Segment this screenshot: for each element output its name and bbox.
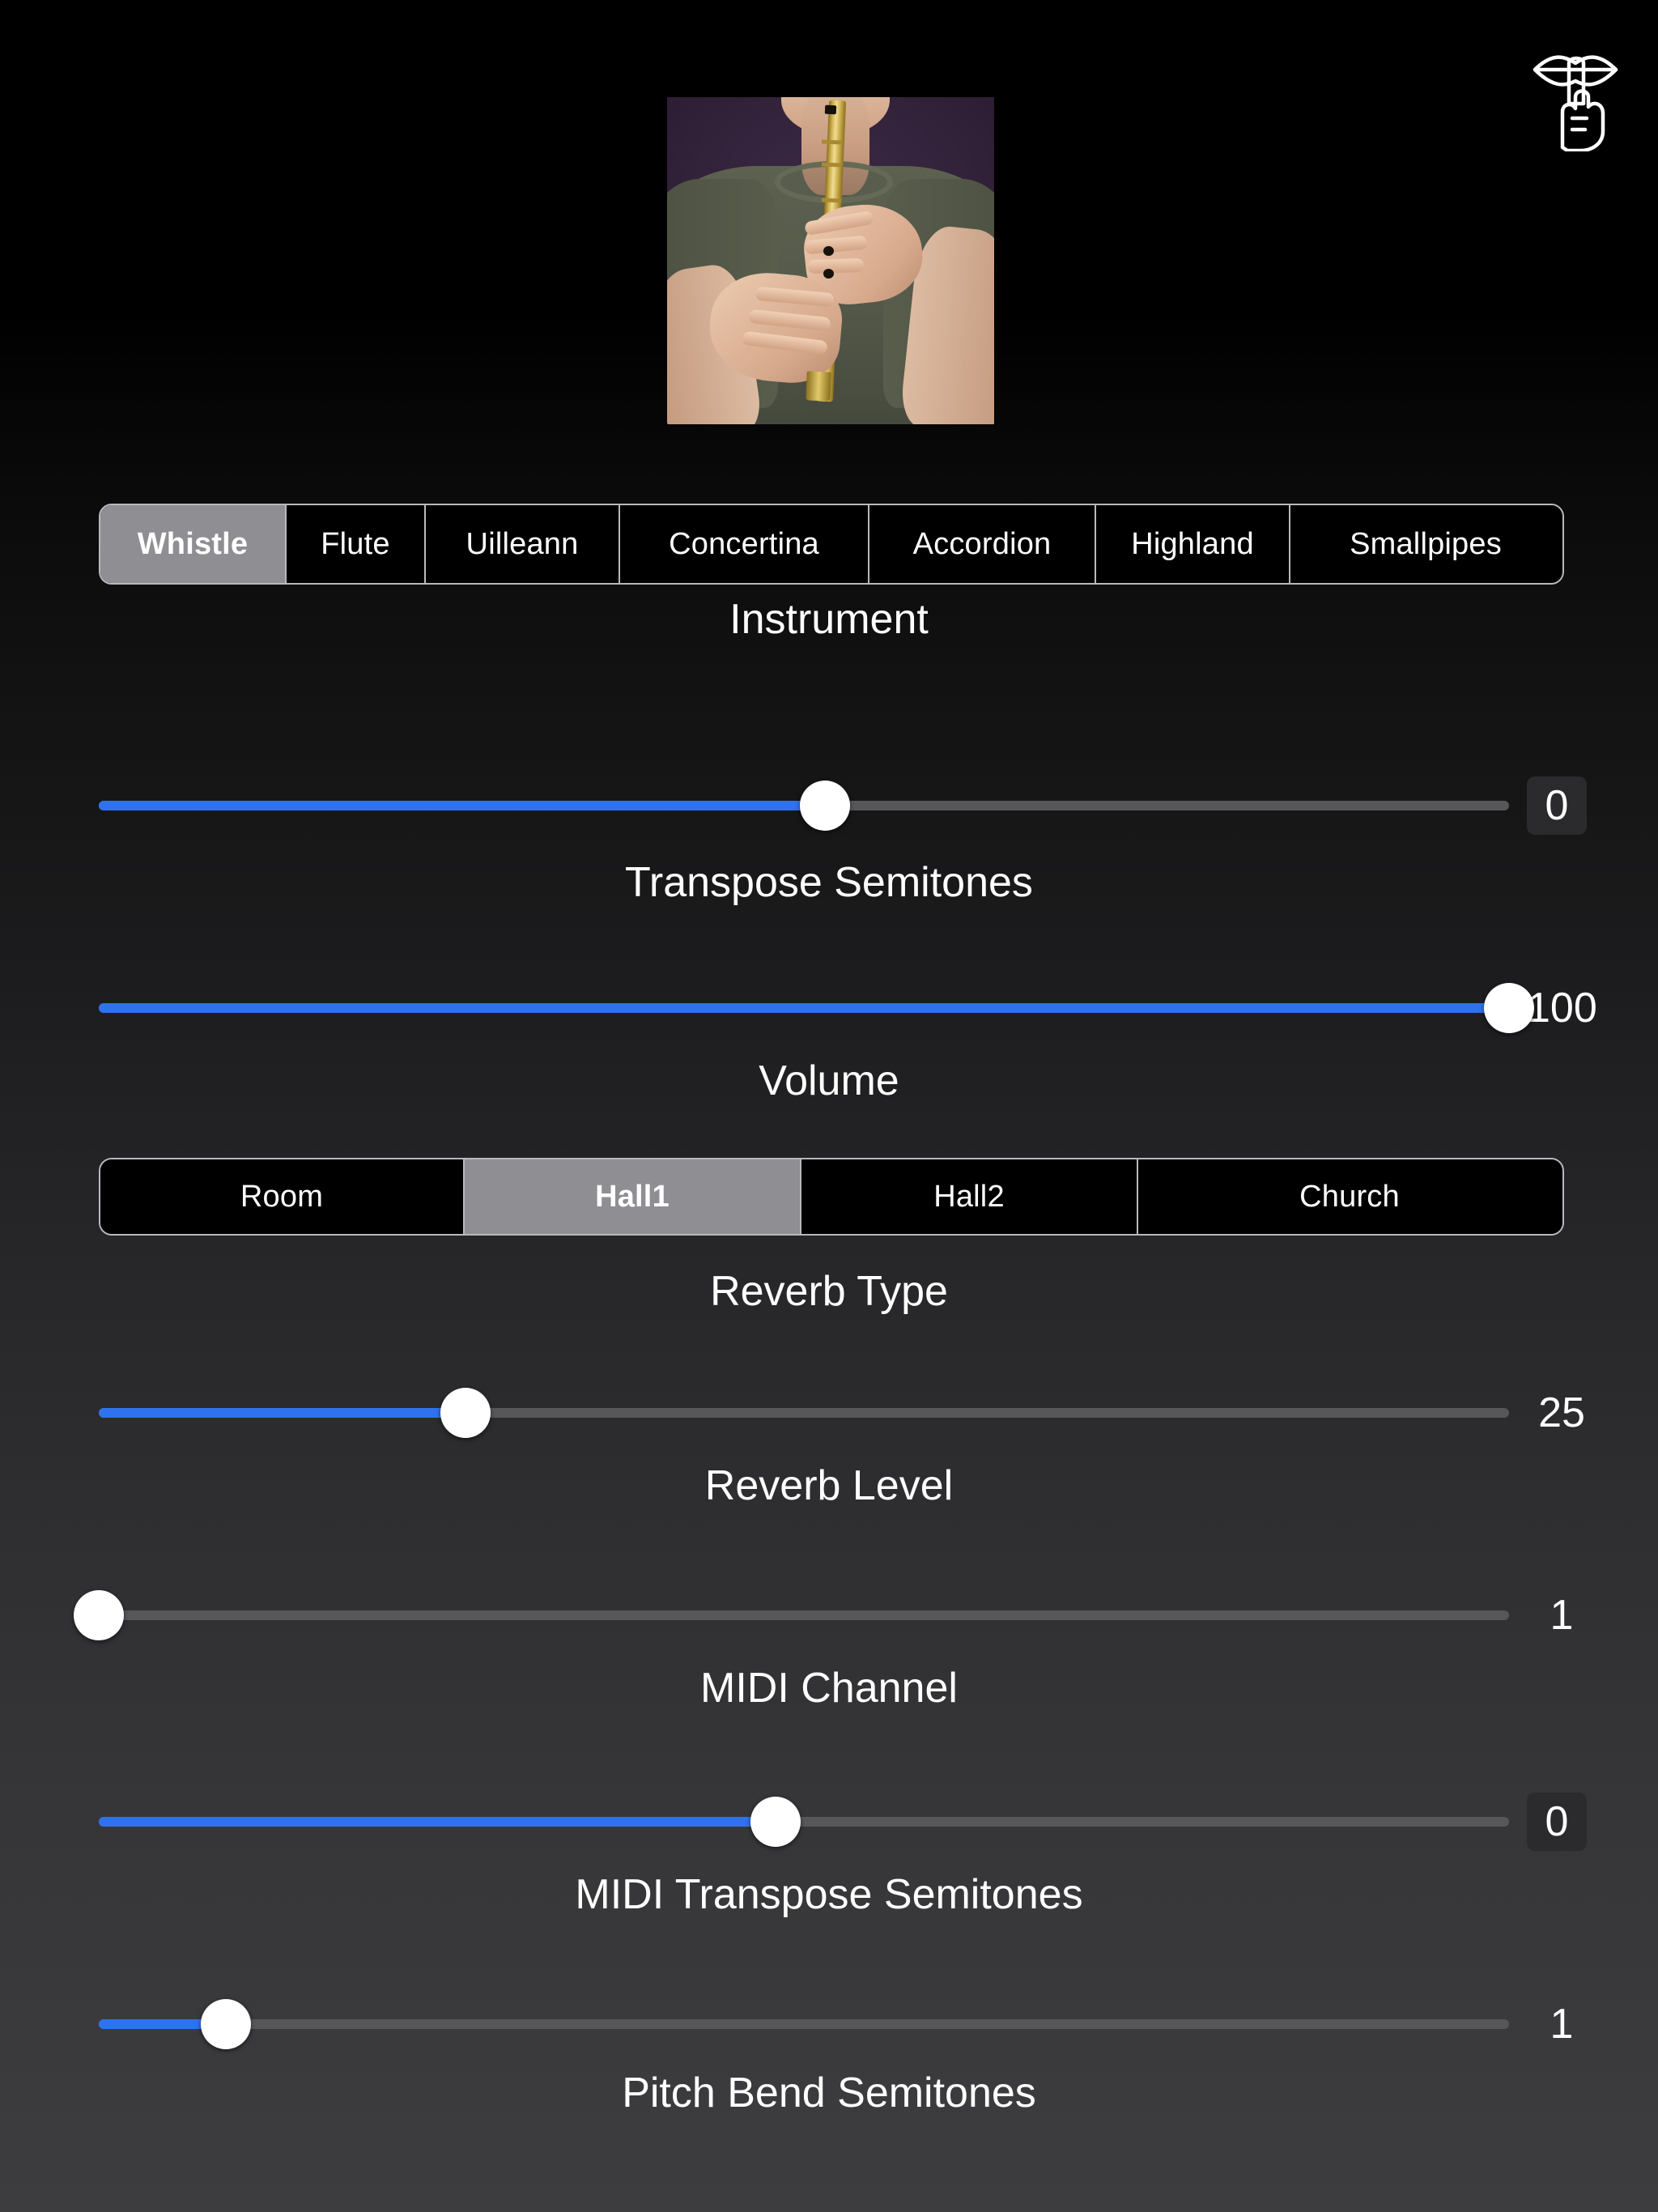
slider-knob-transpose-semitones[interactable]: [800, 781, 851, 831]
instrument-option-uilleann[interactable]: Uilleann: [424, 505, 619, 583]
slider-value-midi-transpose-semitones[interactable]: 0: [1527, 1793, 1587, 1851]
slider-knob-midi-channel[interactable]: [74, 1590, 124, 1640]
slider-fill-midi-transpose-semitones: [99, 1817, 776, 1827]
slider-row-transpose-semitones: 0: [0, 761, 1658, 850]
slider-value-reverb-level: 25: [1538, 1389, 1585, 1436]
slider-knob-pitch-bend-semitones[interactable]: [200, 1999, 251, 2049]
slider-row-pitch-bend-semitones: 1: [0, 1980, 1658, 2069]
whistle-player-image: [667, 97, 994, 424]
slider-row-midi-channel: 1: [0, 1571, 1658, 1660]
slider-row-volume: 100: [0, 963, 1658, 1053]
slider-value-transpose-semitones[interactable]: 0: [1527, 776, 1587, 835]
slider-transpose-semitones[interactable]: [99, 761, 1509, 850]
slider-volume[interactable]: [99, 963, 1534, 1053]
reverb-type-label: Reverb Type: [710, 1268, 948, 1315]
slider-reverb-level[interactable]: [99, 1368, 1509, 1457]
instrument-option-smallpipes[interactable]: Smallpipes: [1289, 505, 1561, 583]
slider-fill-volume: [99, 1003, 1509, 1013]
instrument-segmented-control[interactable]: Whistle Flute Uilleann Concertina Accordion H…: [99, 504, 1564, 585]
instrument-option-flute[interactable]: Flute: [285, 505, 424, 583]
reverb-option-room[interactable]: Room: [100, 1159, 463, 1234]
slider-track-reverb-level[interactable]: [99, 1388, 1509, 1438]
whistle-tone-hole: [823, 245, 835, 256]
slider-row-reverb-level: 25: [0, 1368, 1658, 1457]
slider-track-midi-channel[interactable]: [74, 1590, 1509, 1640]
whistle-mouthpiece-window: [824, 104, 836, 114]
slider-value-pitch-bend-semitones: 1: [1550, 2001, 1574, 2048]
instrument-label: Instrument: [729, 596, 929, 643]
app-logo: [1527, 34, 1624, 151]
instrument-option-highland[interactable]: Highland: [1095, 505, 1289, 583]
slider-label-volume: Volume: [759, 1057, 899, 1104]
instrument-option-accordion[interactable]: Accordion: [868, 505, 1095, 583]
reverb-type-segmented-control[interactable]: Room Hall1 Hall2 Church: [99, 1158, 1564, 1236]
slider-value-volume: 100: [1527, 985, 1597, 1032]
reverb-option-church[interactable]: Church: [1137, 1159, 1561, 1234]
finger: [807, 257, 864, 274]
slider-knob-midi-transpose-semitones[interactable]: [750, 1797, 801, 1847]
slider-label-midi-transpose-semitones: MIDI Transpose Semitones: [575, 1871, 1083, 1918]
instrument-option-whistle[interactable]: Whistle: [100, 505, 285, 583]
instrument-thumbnail[interactable]: [667, 97, 994, 424]
slider-pitch-bend-semitones[interactable]: [99, 1980, 1509, 2069]
slider-label-pitch-bend-semitones: Pitch Bend Semitones: [622, 2069, 1036, 2116]
slider-knob-reverb-level[interactable]: [440, 1388, 491, 1438]
slider-track-volume[interactable]: [99, 983, 1534, 1033]
whistle-band: [821, 138, 842, 145]
slider-track-pitch-bend-semitones[interactable]: [99, 1999, 1509, 2049]
whistle-band: [821, 162, 842, 168]
slider-midi-channel[interactable]: [74, 1571, 1509, 1660]
slider-label-transpose-semitones: Transpose Semitones: [625, 859, 1033, 906]
reverb-option-hall1[interactable]: Hall1: [463, 1159, 800, 1234]
whistle-bell-end: [805, 371, 831, 402]
slider-track-transpose-semitones[interactable]: [99, 781, 1509, 831]
slider-fill-reverb-level: [99, 1408, 466, 1418]
slider-track-midi-transpose-semitones[interactable]: [99, 1797, 1509, 1847]
slider-midi-transpose-semitones[interactable]: [99, 1777, 1509, 1866]
slider-label-midi-channel: MIDI Channel: [700, 1665, 958, 1712]
reverb-option-hall2[interactable]: Hall2: [800, 1159, 1137, 1234]
slider-knob-volume[interactable]: [1484, 983, 1534, 1033]
instrument-option-concertina[interactable]: Concertina: [619, 505, 868, 583]
slider-label-reverb-level: Reverb Level: [704, 1462, 954, 1509]
slider-value-midi-channel: 1: [1550, 1592, 1574, 1639]
slider-fill-transpose-semitones: [99, 801, 826, 810]
slider-row-midi-transpose-semitones: 0: [0, 1777, 1658, 1866]
